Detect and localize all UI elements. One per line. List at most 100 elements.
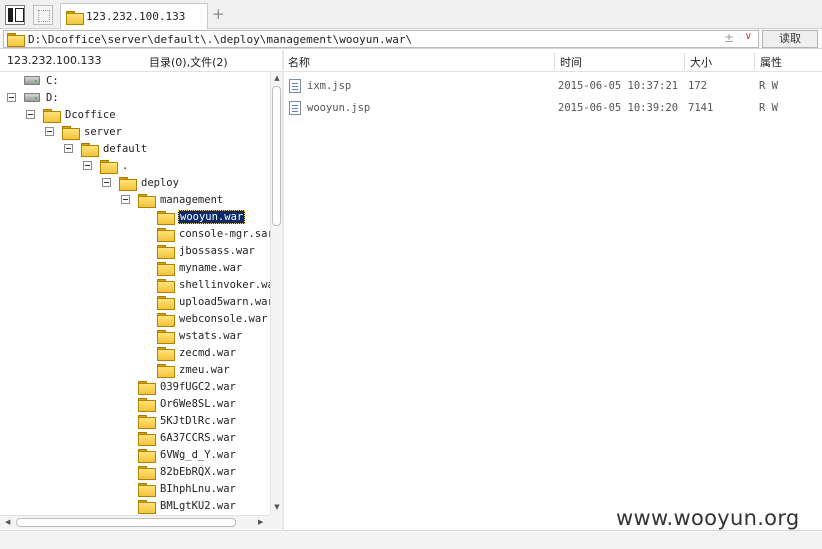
- folder-icon: [81, 142, 99, 157]
- tree-node[interactable]: BIhphLnu.war: [138, 480, 237, 497]
- tree-node[interactable]: zmeu.war: [157, 361, 231, 378]
- tree-node[interactable]: 82bEbRQX.war: [138, 463, 237, 480]
- tree-node-label: .: [122, 159, 129, 172]
- collapse-icon[interactable]: [102, 178, 111, 187]
- tree-node[interactable]: wooyun.war: [157, 208, 246, 225]
- tree-vertical-scrollbar[interactable]: ▲ ▼: [270, 72, 282, 515]
- tree-node-label: zecmd.war: [179, 346, 236, 359]
- read-button[interactable]: 读取: [762, 30, 818, 48]
- folder-icon: [157, 329, 175, 344]
- folder-icon: [157, 295, 175, 310]
- tree-node-label: upload5warn.war: [179, 295, 270, 308]
- tree-node[interactable]: Dcoffice: [26, 106, 117, 123]
- path-input[interactable]: D:\Dcoffice\server\default\.\deploy\mana…: [3, 30, 759, 48]
- tree-node[interactable]: jbossass.war: [157, 242, 256, 259]
- file-name: ixm.jsp: [307, 80, 352, 92]
- path-value: D:\Dcoffice\server\default\.\deploy\mana…: [28, 32, 413, 46]
- tree-node[interactable]: upload5warn.war: [157, 293, 270, 310]
- folder-icon: [138, 448, 156, 463]
- scroll-thumb[interactable]: [272, 86, 281, 226]
- file-row[interactable]: ixm.jsp 2015-06-05 10:37:21 172 R W: [284, 76, 822, 98]
- tree-node[interactable]: C:: [24, 72, 60, 89]
- tree-node[interactable]: default: [64, 140, 148, 157]
- scroll-up-icon[interactable]: ▲: [273, 74, 281, 84]
- tree-node[interactable]: console-mgr.sar: [157, 225, 270, 242]
- tree-node[interactable]: server: [45, 123, 123, 140]
- chevron-down-icon[interactable]: ∨: [745, 31, 752, 42]
- column-divider[interactable]: [554, 53, 555, 69]
- tree-node[interactable]: 039fUGC2.war: [138, 378, 237, 395]
- column-attr[interactable]: 属性: [760, 54, 782, 70]
- tree-node[interactable]: Or6We8SL.war: [138, 395, 237, 412]
- scroll-left-icon[interactable]: ◀: [5, 518, 13, 528]
- collapse-icon[interactable]: [26, 110, 35, 119]
- tree-status-row: 123.232.100.133 目录(0),文件(2): [0, 50, 282, 72]
- tree-horizontal-scrollbar[interactable]: ◀ ▶: [0, 515, 270, 529]
- add-tab-button[interactable]: +: [212, 5, 226, 23]
- file-size: 7141: [688, 102, 714, 114]
- folder-icon: [157, 210, 175, 225]
- tree-node-label: myname.war: [179, 261, 243, 274]
- file-attr: R W: [759, 80, 778, 92]
- tree-node[interactable]: shellinvoker.war: [157, 276, 270, 293]
- column-size[interactable]: 大小: [690, 54, 712, 70]
- file-name: wooyun.jsp: [307, 102, 371, 114]
- grid-view-icon[interactable]: [33, 5, 53, 25]
- directory-tree: C: D: Dcoffice server default. deploy manageme…: [0, 72, 270, 515]
- tree-node-label: 5KJtDlRc.war: [160, 414, 236, 427]
- collapse-icon[interactable]: [121, 195, 130, 204]
- column-name[interactable]: 名称: [288, 54, 310, 70]
- collapse-icon[interactable]: [83, 161, 92, 170]
- tree-node-label: BIhphLnu.war: [160, 482, 236, 495]
- tree-node[interactable]: deploy: [102, 174, 180, 191]
- tree-node-label: jbossass.war: [179, 244, 255, 257]
- column-time[interactable]: 时间: [560, 54, 582, 70]
- folder-icon: [138, 465, 156, 480]
- address-bar: D:\Dcoffice\server\default\.\deploy\mana…: [0, 29, 822, 49]
- column-divider[interactable]: [754, 53, 755, 69]
- collapse-icon[interactable]: [7, 93, 16, 102]
- scroll-down-icon[interactable]: ▼: [273, 503, 281, 513]
- tree-node[interactable]: 6A37CCRS.war: [138, 429, 237, 446]
- tree-node[interactable]: zecmd.war: [157, 344, 237, 361]
- scroll-corner: [270, 515, 282, 529]
- file-attr: R W: [759, 102, 778, 114]
- tree-node-label: Dcoffice: [65, 108, 116, 121]
- tree-node[interactable]: BMLgtKU2.war: [138, 497, 237, 514]
- tree-node[interactable]: myname.war: [157, 259, 243, 276]
- tree-node[interactable]: D:: [7, 89, 60, 106]
- folder-icon: [157, 261, 175, 276]
- folder-icon: [138, 499, 156, 514]
- tree-node[interactable]: 5KJtDlRc.war: [138, 412, 237, 429]
- tab-session[interactable]: 123.232.100.133: [60, 3, 208, 29]
- file-row[interactable]: wooyun.jsp 2015-06-05 10:39:20 7141 R W: [284, 98, 822, 120]
- tree-node[interactable]: 6VWg_d_Y.war: [138, 446, 237, 463]
- tree-node[interactable]: .: [83, 157, 129, 174]
- drive-icon: [24, 76, 40, 85]
- tree-node[interactable]: webconsole.war: [157, 310, 269, 327]
- file-time: 2015-06-05 10:37:21: [558, 80, 679, 92]
- column-divider[interactable]: [684, 53, 685, 69]
- scroll-thumb[interactable]: [16, 518, 236, 527]
- tree-node-label: webconsole.war: [179, 312, 268, 325]
- tree-node[interactable]: management: [121, 191, 224, 208]
- tree-node-label: 82bEbRQX.war: [160, 465, 236, 478]
- scroll-right-icon[interactable]: ▶: [258, 518, 266, 528]
- tree-node-label: default: [103, 142, 148, 155]
- folder-icon: [100, 159, 118, 174]
- pane-splitter[interactable]: [282, 50, 284, 530]
- tree-node-label: console-mgr.sar: [179, 227, 270, 240]
- tree-node-label: 6A37CCRS.war: [160, 431, 236, 444]
- collapse-icon[interactable]: [45, 127, 54, 136]
- folder-icon: [157, 244, 175, 259]
- tree-node[interactable]: wstats.war: [157, 327, 243, 344]
- sidebar-toggle-icon[interactable]: [5, 5, 25, 25]
- tab-label: 123.232.100.133: [86, 10, 186, 23]
- collapse-icon[interactable]: [64, 144, 73, 153]
- tree-node-label: D:: [46, 91, 59, 104]
- host-ip: 123.232.100.133: [7, 54, 102, 67]
- tab-bar: 123.232.100.133 +: [0, 0, 822, 29]
- tree-node-label: 039fUGC2.war: [160, 380, 236, 393]
- plus-minus-icon[interactable]: ±: [724, 31, 734, 45]
- drive-icon: [24, 93, 40, 102]
